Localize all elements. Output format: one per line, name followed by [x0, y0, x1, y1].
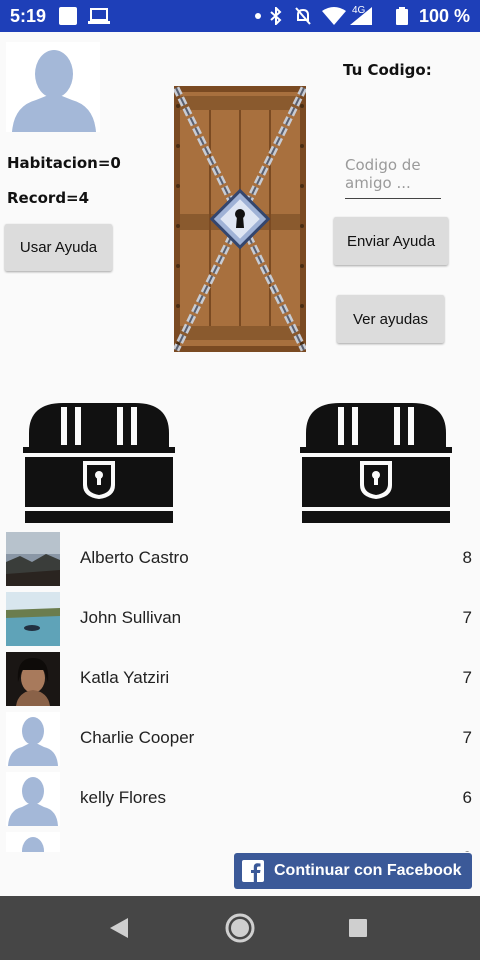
bluetooth-icon: [270, 7, 282, 25]
list-item[interactable]: kelly Flores 6: [0, 772, 480, 832]
player-name: kelly Flores: [80, 788, 166, 807]
mute-icon: [295, 7, 311, 25]
treasure-chest-left-icon[interactable]: [23, 403, 175, 527]
leaderboard-list[interactable]: Alberto Castro 8 John Sullivan 7 Katla Y…: [0, 532, 480, 852]
default-avatar-icon: [12, 50, 96, 132]
locked-door-image[interactable]: [174, 86, 306, 352]
player-score: 0: [463, 848, 472, 852]
player-score: 7: [462, 608, 472, 627]
avatar: [6, 652, 60, 706]
avatar: [6, 532, 60, 586]
treasure-chest-right-icon[interactable]: [300, 403, 452, 527]
status-bar: 5:19 4G 100 %: [0, 0, 480, 32]
list-item[interactable]: Katla Yatziri 7: [0, 652, 480, 712]
navigation-bar: [0, 896, 480, 960]
player-score: 7: [462, 668, 472, 687]
signal-icon: [350, 7, 372, 25]
list-item[interactable]: John Sullivan 7: [0, 592, 480, 652]
avatar: [6, 832, 60, 852]
default-avatar-icon: [22, 837, 44, 852]
facebook-login-button[interactable]: Continuar con Facebook: [234, 853, 472, 889]
use-help-button[interactable]: Usar Ayuda: [5, 224, 112, 271]
photo-portrait-icon: [6, 652, 60, 706]
view-helps-button[interactable]: Ver ayudas: [337, 295, 444, 343]
player-name: Charlie Cooper: [80, 728, 195, 747]
avatar: [6, 772, 60, 826]
player-name: Katla Yatziri: [80, 668, 170, 687]
avatar: [6, 712, 60, 766]
room-label: Habitacion=0: [7, 154, 121, 172]
default-avatar-icon: [8, 777, 58, 826]
friend-code-input[interactable]: Codigo de amigo ...: [345, 156, 441, 199]
status-time: 5:19: [10, 6, 47, 26]
home-icon[interactable]: [224, 912, 256, 944]
back-icon[interactable]: [108, 916, 130, 940]
list-item[interactable]: 0: [0, 832, 480, 852]
dot-icon: [255, 13, 261, 19]
player-name: John Sullivan: [80, 608, 182, 627]
battery-icon: [396, 7, 408, 25]
laptop-icon: [88, 8, 110, 24]
facebook-login-label: Continuar con Facebook: [274, 862, 462, 879]
player-score: 6: [462, 788, 472, 807]
default-avatar-icon: [8, 717, 58, 766]
player-score: 8: [462, 548, 472, 567]
photo-water-icon: [6, 592, 60, 646]
player-score: 7: [462, 728, 472, 747]
profile-avatar[interactable]: [6, 42, 100, 132]
recents-icon[interactable]: [348, 918, 368, 938]
list-item[interactable]: Charlie Cooper 7: [0, 712, 480, 772]
player-name: Alberto Castro: [80, 548, 189, 567]
list-item[interactable]: Alberto Castro 8: [0, 532, 480, 592]
avatar: [6, 592, 60, 646]
facebook-icon: [242, 860, 264, 882]
send-help-button[interactable]: Enviar Ayuda: [334, 217, 448, 265]
your-code-label: Tu Codigo:: [343, 61, 432, 79]
record-label: Record=4: [7, 189, 90, 207]
photo-landscape-icon: [6, 532, 60, 586]
wifi-icon: [322, 7, 346, 25]
notification-icon: [59, 7, 77, 25]
battery-percent: 100 %: [418, 6, 470, 26]
